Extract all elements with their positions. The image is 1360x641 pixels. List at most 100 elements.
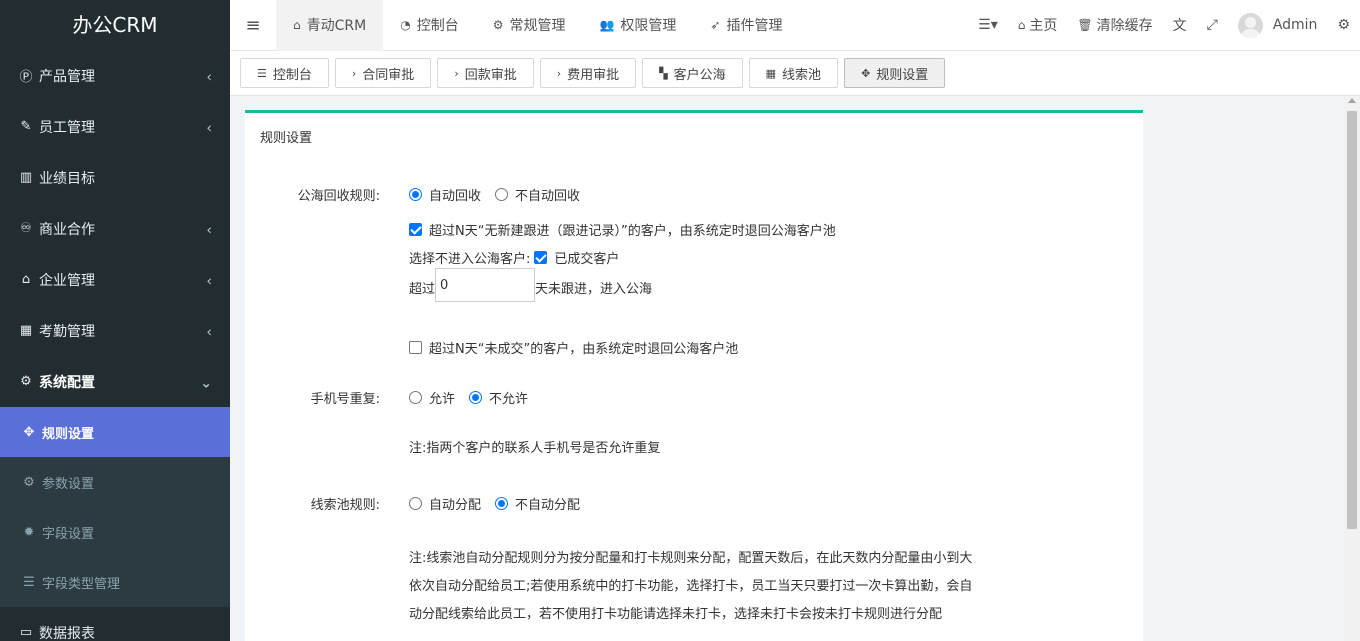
tab-label: 合同审批	[362, 67, 415, 83]
phone-dup-label: 手机号重复:	[310, 392, 380, 407]
sidebar-item-label: 数据报表	[39, 625, 95, 641]
days-input[interactable]	[435, 268, 536, 302]
leads-rule-auto-radio[interactable]	[409, 497, 422, 510]
list-dropdown-icon[interactable]: ☰▾	[968, 0, 1008, 51]
sidebar-item-system-config[interactable]: ⚙ 系统配置 ⌄	[0, 356, 230, 407]
rocket-icon: ➶	[710, 18, 721, 32]
sidebar-item-performance[interactable]: ▥ 业绩目标	[0, 152, 230, 203]
topnav-label: 控制台	[416, 18, 459, 34]
tab-dashboard[interactable]: ☰ 控制台	[240, 58, 329, 88]
user-name: Admin	[1272, 17, 1318, 33]
home-link[interactable]: ⌂ 主页	[1008, 0, 1068, 51]
trash-icon: 🗑	[1077, 18, 1093, 32]
arrows-icon: ✥	[861, 66, 871, 80]
bank-icon: ⌂	[21, 272, 31, 287]
bar-chart-icon: ▥	[19, 170, 33, 185]
menu-toggle-icon[interactable]: ≡	[230, 0, 276, 51]
leads-rule-manual-label[interactable]: 不自动分配	[515, 494, 580, 513]
topnav-item-plugins[interactable]: ➶ 插件管理	[693, 0, 799, 51]
topnav-label: 权限管理	[620, 18, 677, 34]
monitor-icon: ▭	[19, 625, 33, 640]
tab-contract-approval[interactable]: › 合同审批	[334, 58, 432, 88]
arrows-icon: ✥	[23, 424, 35, 440]
phone-dup-deny-label[interactable]: 不允许	[489, 388, 528, 407]
exclude-closed-label[interactable]: 已成交客户	[554, 248, 619, 267]
leads-rule-note: 注:线索池自动分配规则分为按分配量和打卡规则来分配，配置天数后，在此天数内分配量…	[409, 551, 973, 622]
app-logo[interactable]: 办公CRM	[0, 0, 230, 50]
sea-rule-auto-radio[interactable]	[409, 188, 422, 201]
sea-rule-manual-radio[interactable]	[495, 188, 509, 201]
user-menu[interactable]: Admin	[1228, 0, 1328, 51]
settings-icon[interactable]: ⚙	[1327, 0, 1360, 51]
page-scrollbar[interactable]	[1344, 96, 1360, 641]
phone-dup-deny-radio[interactable]	[469, 391, 483, 404]
leads-rule-manual-radio[interactable]	[495, 497, 509, 510]
sidebar-subitem-rules[interactable]: ✥ 规则设置	[0, 407, 230, 457]
exclude-label: 选择不进入公海客户:	[409, 252, 531, 267]
tab-leads-pool[interactable]: ▦ 线索池	[748, 58, 839, 88]
topnav-item-permissions[interactable]: 👥 权限管理	[582, 0, 693, 51]
phone-dup-allow-label[interactable]: 允许	[429, 388, 455, 407]
tab-label: 费用审批	[567, 67, 620, 83]
not-closed-option: 超过N天“未成交”的客户，由系统定时退回公海客户池	[409, 338, 738, 357]
topnav-label: 插件管理	[726, 18, 783, 34]
tab-customer-sea[interactable]: ▚ 客户公海	[642, 58, 743, 88]
no-followup-option: 超过N天“无新建跟进（跟进记录）”的客户，由系统定时退回公海客户池	[409, 220, 836, 239]
sidebar-subitem-label: 规则设置	[42, 426, 95, 442]
fullscreen-icon[interactable]: ⤢	[1197, 0, 1228, 51]
sidebar-subitem-label: 字段类型管理	[42, 576, 121, 592]
no-followup-checkbox[interactable]	[409, 223, 422, 236]
phone-dup-allow-radio[interactable]	[409, 391, 422, 404]
sidebar-item-label: 产品管理	[39, 68, 95, 85]
translate-icon[interactable]: 文	[1163, 0, 1197, 51]
sidebar-subitem-label: 参数设置	[42, 476, 95, 492]
sidebar-subitem-params[interactable]: ⚙ 参数设置	[0, 457, 230, 507]
clear-cache-label: 清除缓存	[1096, 18, 1153, 34]
leads-rule-label: 线索池规则:	[310, 498, 380, 513]
no-followup-text[interactable]: 超过N天“无新建跟进（跟进记录）”的客户，由系统定时退回公海客户池	[429, 220, 836, 239]
clear-cache-button[interactable]: 🗑 清除缓存	[1067, 0, 1162, 51]
chevron-left-icon: ‹	[206, 120, 212, 137]
home-icon: ⌂	[293, 18, 301, 32]
tab-bar: ☰ 控制台 › 合同审批 › 回款审批 › 费用审批 ▚ 客户公海 ▦ 线索池 …	[230, 51, 1360, 96]
tab-expense-approval[interactable]: › 费用审批	[539, 58, 637, 88]
topnav-item-dashboard[interactable]: ◔ 控制台	[383, 0, 475, 51]
top-nav: ⌂ 青动CRM ◔ 控制台 ⚙ 常规管理 👥 权限管理 ➶ 插件管理	[276, 0, 799, 51]
topnav-label: 青动CRM	[306, 18, 367, 34]
sea-rule-auto-label[interactable]: 自动回收	[429, 185, 481, 204]
sidebar-item-label: 员工管理	[39, 119, 95, 136]
sidebar-item-label: 考勤管理	[39, 323, 95, 340]
sidebar-item-reports[interactable]: ▭ 数据报表	[0, 607, 230, 641]
scroll-up-arrow-icon[interactable]	[1348, 98, 1356, 103]
tab-payment-approval[interactable]: › 回款审批	[437, 58, 534, 88]
exclude-closed-checkbox[interactable]	[534, 251, 548, 264]
home-label: 主页	[1029, 18, 1058, 34]
gear-icon: ⚙	[20, 374, 32, 389]
chevron-right-icon: ›	[556, 66, 562, 80]
scrollbar-thumb[interactable]	[1347, 111, 1357, 529]
topnav-item-crm[interactable]: ⌂ 青动CRM	[276, 0, 384, 51]
sidebar-item-products[interactable]: Ⓟ 产品管理 ‹	[0, 50, 230, 101]
sea-rule-manual-label[interactable]: 不自动回收	[515, 185, 580, 204]
sea-rule-options: 自动回收 不自动回收	[409, 185, 580, 204]
days-option: 超过 天未跟进，进入公海	[409, 268, 652, 302]
sidebar-subitem-fields[interactable]: ✹ 字段设置	[0, 507, 230, 557]
tab-rule-settings[interactable]: ✥ 规则设置	[844, 58, 946, 88]
sidebar-item-attendance[interactable]: ▦ 考勤管理 ‹	[0, 305, 230, 356]
tab-label: 线索池	[782, 67, 822, 83]
topnav-item-general[interactable]: ⚙ 常规管理	[476, 0, 583, 51]
avatar	[1237, 12, 1263, 38]
sidebar-item-label: 企业管理	[39, 272, 95, 289]
not-closed-text[interactable]: 超过N天“未成交”的客户，由系统定时退回公海客户池	[429, 338, 738, 357]
phone-dup-note: 注:指两个客户的联系人手机号是否允许重复	[409, 441, 661, 456]
tab-label: 客户公海	[673, 67, 726, 83]
sidebar-subitem-field-types[interactable]: ☰ 字段类型管理	[0, 557, 230, 607]
sidebar-item-cooperation[interactable]: ♾ 商业合作 ‹	[0, 203, 230, 254]
users-icon: 👥	[599, 18, 615, 32]
sidebar-item-enterprise[interactable]: ⌂ 企业管理 ‹	[0, 254, 230, 305]
calendar-icon: ▦	[19, 323, 33, 338]
sidebar-item-employees[interactable]: ✎ 员工管理 ‹	[0, 101, 230, 152]
exclude-option: 选择不进入公海客户: 已成交客户	[409, 248, 619, 267]
leads-rule-auto-label[interactable]: 自动分配	[429, 494, 481, 513]
not-closed-checkbox[interactable]	[409, 341, 422, 354]
